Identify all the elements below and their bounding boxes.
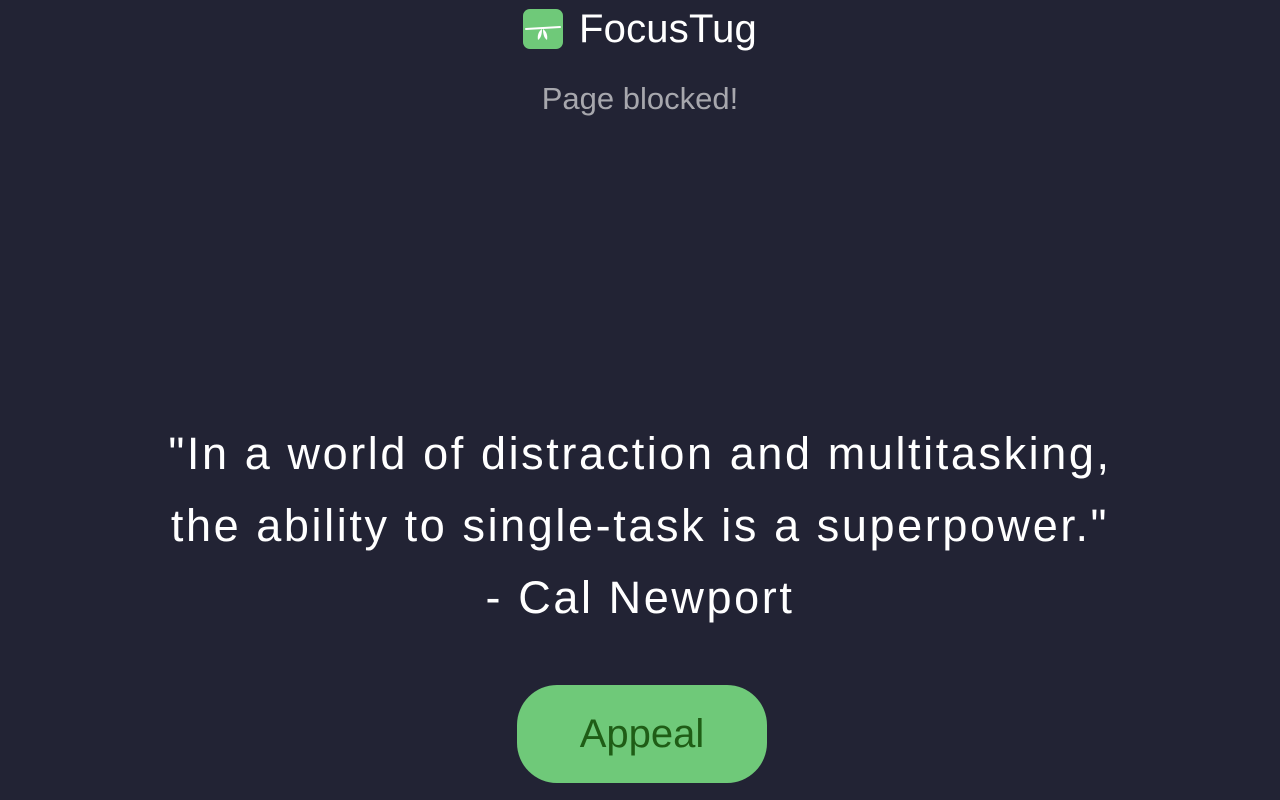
appeal-button[interactable]: Appeal (517, 685, 767, 783)
motivational-quote: "In a world of distraction and multitask… (0, 418, 1280, 634)
focustug-logo-icon (523, 9, 564, 49)
quote-line-1: "In a world of distraction and multitask… (168, 428, 1112, 479)
quote-author: - Cal Newport (485, 572, 795, 623)
quote-line-2: the ability to single-task is a superpow… (170, 500, 1110, 551)
app-name: FocusTug (579, 7, 757, 51)
page-blocked-message: Page blocked! (541, 81, 739, 116)
brand-header: FocusTug (0, 6, 1280, 52)
blocked-page: FocusTug Page blocked! "In a world of di… (0, 0, 1280, 800)
